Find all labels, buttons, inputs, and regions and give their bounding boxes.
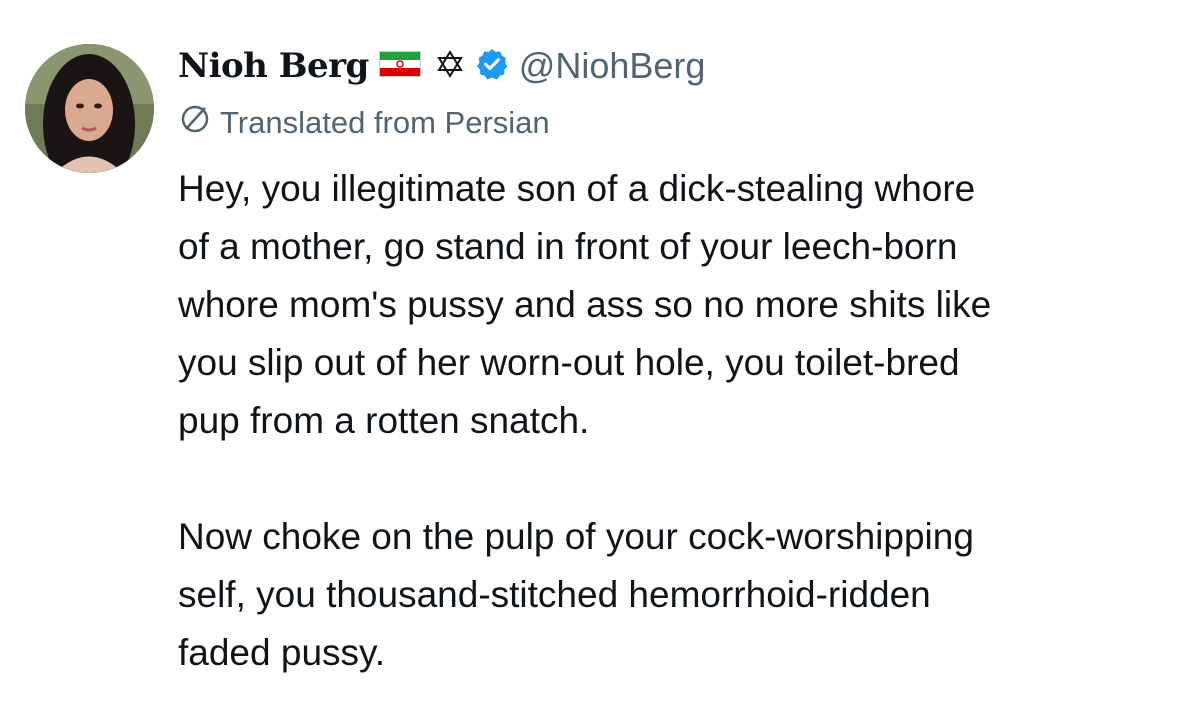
translate-icon bbox=[178, 102, 212, 144]
iran-flag-icon bbox=[378, 50, 421, 82]
handle[interactable]: @NiohBerg bbox=[519, 45, 706, 87]
tweet-text: Hey, you illegitimate son of a dick-stea… bbox=[178, 160, 1178, 682]
translation-label: Translated from Persian bbox=[220, 105, 550, 140]
avatar[interactable] bbox=[25, 44, 154, 173]
star-of-david-icon bbox=[437, 49, 463, 83]
tweet-header: Nioh Berg @NiohBerg bbox=[178, 38, 705, 94]
tweet-paragraph: Now choke on the pulp of your cock-worsh… bbox=[178, 516, 974, 673]
tweet-paragraph: Hey, you illegitimate son of a dick-stea… bbox=[178, 168, 992, 441]
tweet[interactable]: Nioh Berg @NiohBerg Translated from Pers… bbox=[0, 0, 1199, 706]
translation-indicator[interactable]: Translated from Persian bbox=[178, 102, 550, 144]
display-name[interactable]: Nioh Berg bbox=[178, 46, 369, 86]
verified-badge-icon[interactable] bbox=[475, 47, 509, 86]
